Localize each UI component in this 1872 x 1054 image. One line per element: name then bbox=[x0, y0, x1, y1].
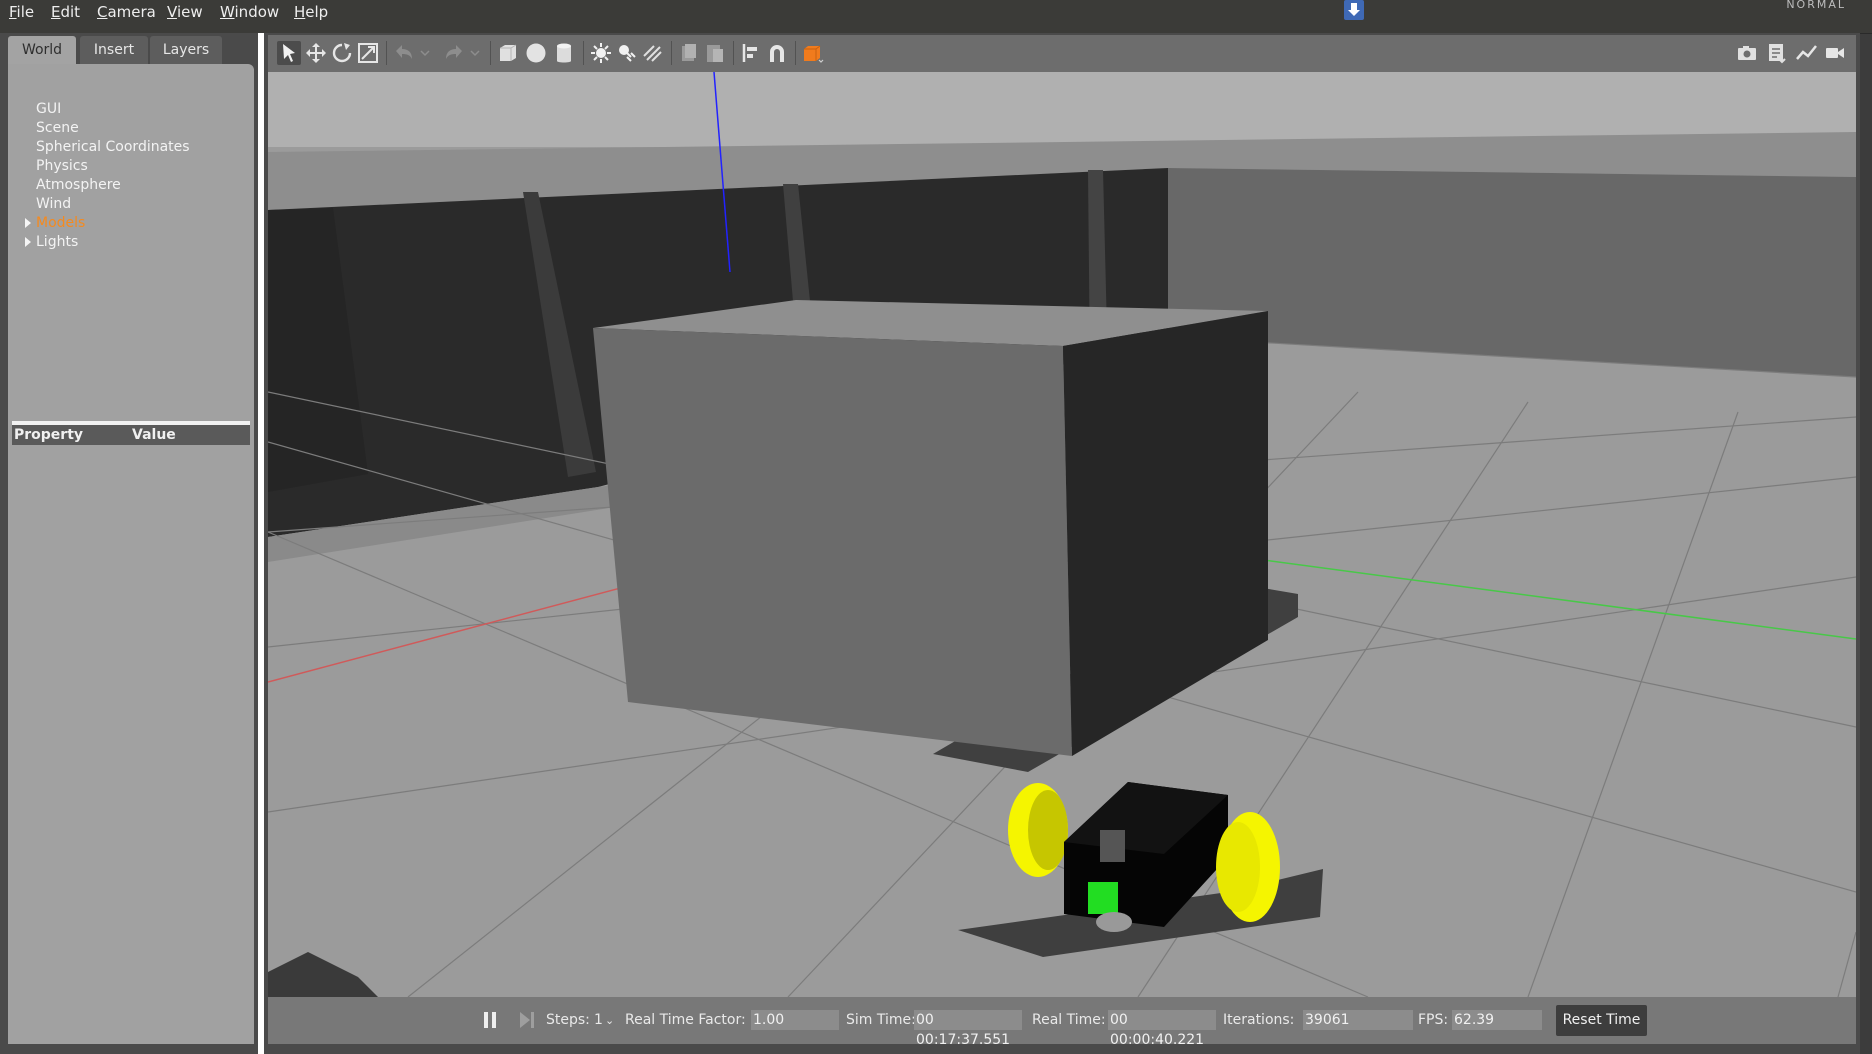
download-indicator-icon[interactable] bbox=[1344, 0, 1364, 20]
menu-help[interactable]: Help bbox=[294, 0, 328, 24]
redo-history-icon[interactable] bbox=[468, 41, 482, 65]
undo-history-icon[interactable] bbox=[418, 41, 432, 65]
tree-item-spherical-coordinates[interactable]: Spherical Coordinates bbox=[36, 138, 190, 156]
box-shape-icon[interactable] bbox=[496, 41, 520, 65]
menu-edit[interactable]: Edit bbox=[51, 0, 80, 24]
reset-time-button[interactable]: Reset Time bbox=[1556, 1005, 1647, 1036]
snap-magnet-icon[interactable] bbox=[765, 41, 789, 65]
tree-item-scene[interactable]: Scene bbox=[36, 119, 79, 137]
tab-layers[interactable]: Layers bbox=[150, 36, 222, 64]
rtf-field: 1.00 bbox=[751, 1010, 839, 1030]
menu-view[interactable]: View bbox=[167, 0, 203, 24]
tree-item-label: Models bbox=[36, 215, 86, 231]
undo-icon[interactable] bbox=[392, 41, 416, 65]
tree-item-label: Lights bbox=[36, 234, 79, 250]
robot-camera-sensor bbox=[1100, 830, 1125, 862]
tree-item-physics[interactable]: Physics bbox=[36, 157, 88, 175]
toolbar-separator bbox=[490, 41, 491, 65]
viewport-frame: Steps: 1 ⌄ Real Time Factor: 1.00 Sim Ti… bbox=[264, 33, 1860, 1054]
expand-arrow-icon[interactable] bbox=[25, 237, 31, 247]
iterations-field: 39061 bbox=[1303, 1010, 1413, 1030]
tree-item-lights[interactable]: Lights bbox=[25, 233, 79, 251]
toolbar-separator bbox=[733, 41, 734, 65]
cylinder-shape-icon[interactable] bbox=[552, 41, 576, 65]
tab-world[interactable]: World bbox=[8, 36, 76, 64]
toolbar-separator bbox=[583, 41, 584, 65]
translate-icon[interactable] bbox=[304, 41, 328, 65]
spot-light-icon[interactable] bbox=[615, 41, 639, 65]
robot-front-sensor bbox=[1088, 882, 1118, 914]
property-table-header: Property Value bbox=[12, 425, 250, 445]
tree-item-gui[interactable]: GUI bbox=[36, 100, 61, 118]
video-record-icon[interactable] bbox=[1823, 41, 1847, 65]
rtf-label: Real Time Factor: bbox=[625, 1012, 746, 1028]
select-arrow-icon[interactable] bbox=[277, 41, 301, 65]
steps-dropdown-icon[interactable]: ⌄ bbox=[605, 997, 614, 1044]
rotate-icon[interactable] bbox=[330, 41, 354, 65]
box-front-face bbox=[593, 328, 1072, 756]
iterations-label: Iterations: bbox=[1223, 1012, 1295, 1028]
steps-label: Steps: bbox=[546, 1012, 590, 1028]
robot-right-wheel-face bbox=[1216, 822, 1260, 912]
view-angle-icon[interactable] bbox=[801, 41, 825, 65]
redo-icon[interactable] bbox=[442, 41, 466, 65]
value-column-header: Value bbox=[132, 427, 176, 443]
menu-bar: File Edit Camera View Window Help NORMAL bbox=[0, 0, 1872, 34]
menu-camera[interactable]: Camera bbox=[97, 0, 156, 24]
screenshot-icon[interactable] bbox=[1735, 41, 1759, 65]
sim-time-field: 00 00:17:37.551 bbox=[914, 1010, 1022, 1048]
align-icon[interactable] bbox=[739, 41, 763, 65]
property-column-header: Property bbox=[14, 427, 84, 443]
fps-label: FPS: bbox=[1418, 1012, 1449, 1028]
scene-toolbar bbox=[268, 35, 1856, 73]
tree-item-wind[interactable]: Wind bbox=[36, 195, 71, 213]
menu-file[interactable]: File bbox=[9, 0, 34, 24]
steps-value[interactable]: 1 bbox=[594, 997, 603, 1044]
point-light-icon[interactable] bbox=[589, 41, 613, 65]
log-icon[interactable] bbox=[1765, 41, 1789, 65]
toolbar-separator bbox=[671, 41, 672, 65]
scale-icon[interactable] bbox=[356, 41, 380, 65]
robot-caster bbox=[1096, 912, 1132, 932]
plot-icon[interactable] bbox=[1795, 41, 1819, 65]
directional-light-icon[interactable] bbox=[641, 41, 665, 65]
sim-time-label: Sim Time: bbox=[846, 1012, 916, 1028]
mode-indicator: NORMAL bbox=[1786, 0, 1846, 11]
copy-icon[interactable] bbox=[677, 41, 701, 65]
tree-item-models[interactable]: Models bbox=[25, 214, 86, 232]
real-time-label: Real Time: bbox=[1032, 1012, 1106, 1028]
robot-left-wheel-edge bbox=[1028, 790, 1068, 870]
3d-viewport[interactable] bbox=[267, 71, 1857, 998]
pause-icon[interactable] bbox=[484, 1012, 496, 1028]
sphere-shape-icon[interactable] bbox=[524, 41, 548, 65]
toolbar-separator bbox=[795, 41, 796, 65]
paste-icon[interactable] bbox=[703, 41, 727, 65]
step-forward-icon[interactable] bbox=[520, 1012, 534, 1028]
tab-insert[interactable]: Insert bbox=[80, 36, 148, 64]
tree-item-atmosphere[interactable]: Atmosphere bbox=[36, 176, 121, 194]
left-panel: World Insert Layers GUI Scene Spherical … bbox=[0, 33, 258, 1054]
real-time-field: 00 00:00:40.221 bbox=[1108, 1010, 1216, 1048]
toolbar-separator bbox=[386, 41, 387, 65]
scene-render[interactable] bbox=[267, 71, 1857, 998]
status-bar: Steps: 1 ⌄ Real Time Factor: 1.00 Sim Ti… bbox=[268, 997, 1856, 1048]
menu-window[interactable]: Window bbox=[220, 0, 279, 24]
expand-arrow-icon[interactable] bbox=[25, 218, 31, 228]
world-tree: GUI Scene Spherical Coordinates Physics … bbox=[8, 64, 254, 1044]
fps-field: 62.39 bbox=[1452, 1010, 1542, 1030]
